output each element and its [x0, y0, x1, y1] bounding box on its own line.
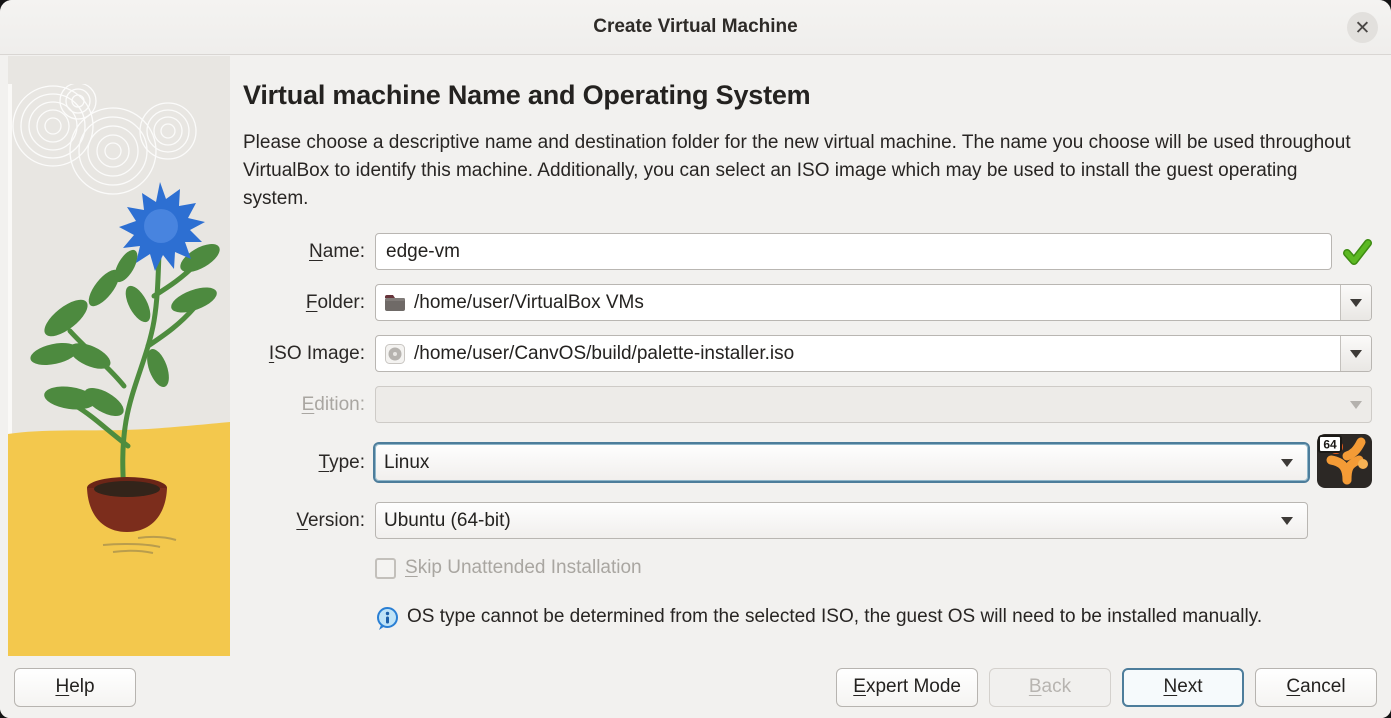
edition-label: Edition: — [243, 394, 365, 416]
disc-icon — [384, 344, 406, 364]
type-label: Type: — [243, 452, 365, 474]
folder-icon — [384, 293, 406, 313]
close-button[interactable]: ✕ — [1347, 12, 1378, 43]
os-type-icon: 64 — [1317, 434, 1372, 488]
name-input[interactable] — [375, 233, 1332, 270]
iso-label: ISO Image: — [243, 343, 365, 365]
skip-unattended-checkbox — [375, 558, 396, 579]
iso-combo[interactable]: /home/user/CanvOS/build/palette-installe… — [375, 335, 1372, 372]
type-dropdown-arrow — [1281, 459, 1293, 467]
edition-combo — [375, 386, 1372, 423]
create-vm-dialog: Create Virtual Machine ✕ — [0, 0, 1391, 718]
os-64-badge: 64 — [1319, 436, 1341, 452]
expert-mode-button[interactable]: Expert Mode — [836, 668, 978, 707]
os-notice: OS type cannot be determined from the se… — [375, 603, 1325, 631]
page-title: Virtual machine Name and Operating Syste… — [243, 80, 1372, 111]
name-row: Name: — [243, 233, 1372, 270]
page-description: Please choose a descriptive name and des… — [243, 129, 1363, 213]
footer: Help Expert Mode Back Next Cancel — [0, 656, 1391, 718]
edition-dropdown-arrow — [1340, 387, 1371, 422]
iso-dropdown-arrow — [1340, 336, 1371, 371]
skip-unattended-row: Skip Unattended Installation — [375, 557, 1372, 579]
close-icon: ✕ — [1355, 17, 1371, 39]
folder-label: Folder: — [243, 292, 365, 314]
iso-row: ISO Image: /home/user/CanvOS/build/palet… — [243, 335, 1372, 372]
type-row: Type: Linux — [243, 437, 1372, 488]
back-button: Back — [989, 668, 1111, 707]
folder-combo[interactable]: /home/user/VirtualBox VMs — [375, 284, 1372, 321]
cancel-button[interactable]: Cancel — [1255, 668, 1377, 707]
version-row: Version: Ubuntu (64-bit) — [243, 502, 1372, 539]
type-value: Linux — [384, 452, 429, 474]
help-button[interactable]: Help — [14, 668, 136, 707]
type-combo[interactable]: Linux — [375, 444, 1308, 481]
valid-check-icon — [1342, 237, 1372, 267]
version-combo[interactable]: Ubuntu (64-bit) — [375, 502, 1308, 539]
sidebar-illustration — [0, 56, 230, 656]
edition-row: Edition: — [243, 386, 1372, 423]
name-label: Name: — [243, 241, 365, 263]
folder-dropdown-arrow — [1340, 285, 1371, 320]
version-label: Version: — [243, 510, 365, 532]
skip-unattended-label: Skip Unattended Installation — [405, 557, 642, 579]
version-dropdown-arrow — [1281, 517, 1293, 525]
window-title: Create Virtual Machine — [593, 16, 798, 38]
iso-value: /home/user/CanvOS/build/palette-installe… — [414, 343, 794, 365]
plant-illustration — [8, 56, 230, 656]
next-button[interactable]: Next — [1122, 668, 1244, 707]
folder-value: /home/user/VirtualBox VMs — [414, 292, 644, 314]
notice-text: OS type cannot be determined from the se… — [407, 603, 1262, 631]
titlebar: Create Virtual Machine ✕ — [0, 0, 1391, 55]
folder-row: Folder: /home/user/VirtualBox VMs — [243, 284, 1372, 321]
info-icon — [375, 606, 400, 631]
svg-text:64: 64 — [1323, 438, 1337, 452]
version-value: Ubuntu (64-bit) — [384, 510, 511, 532]
